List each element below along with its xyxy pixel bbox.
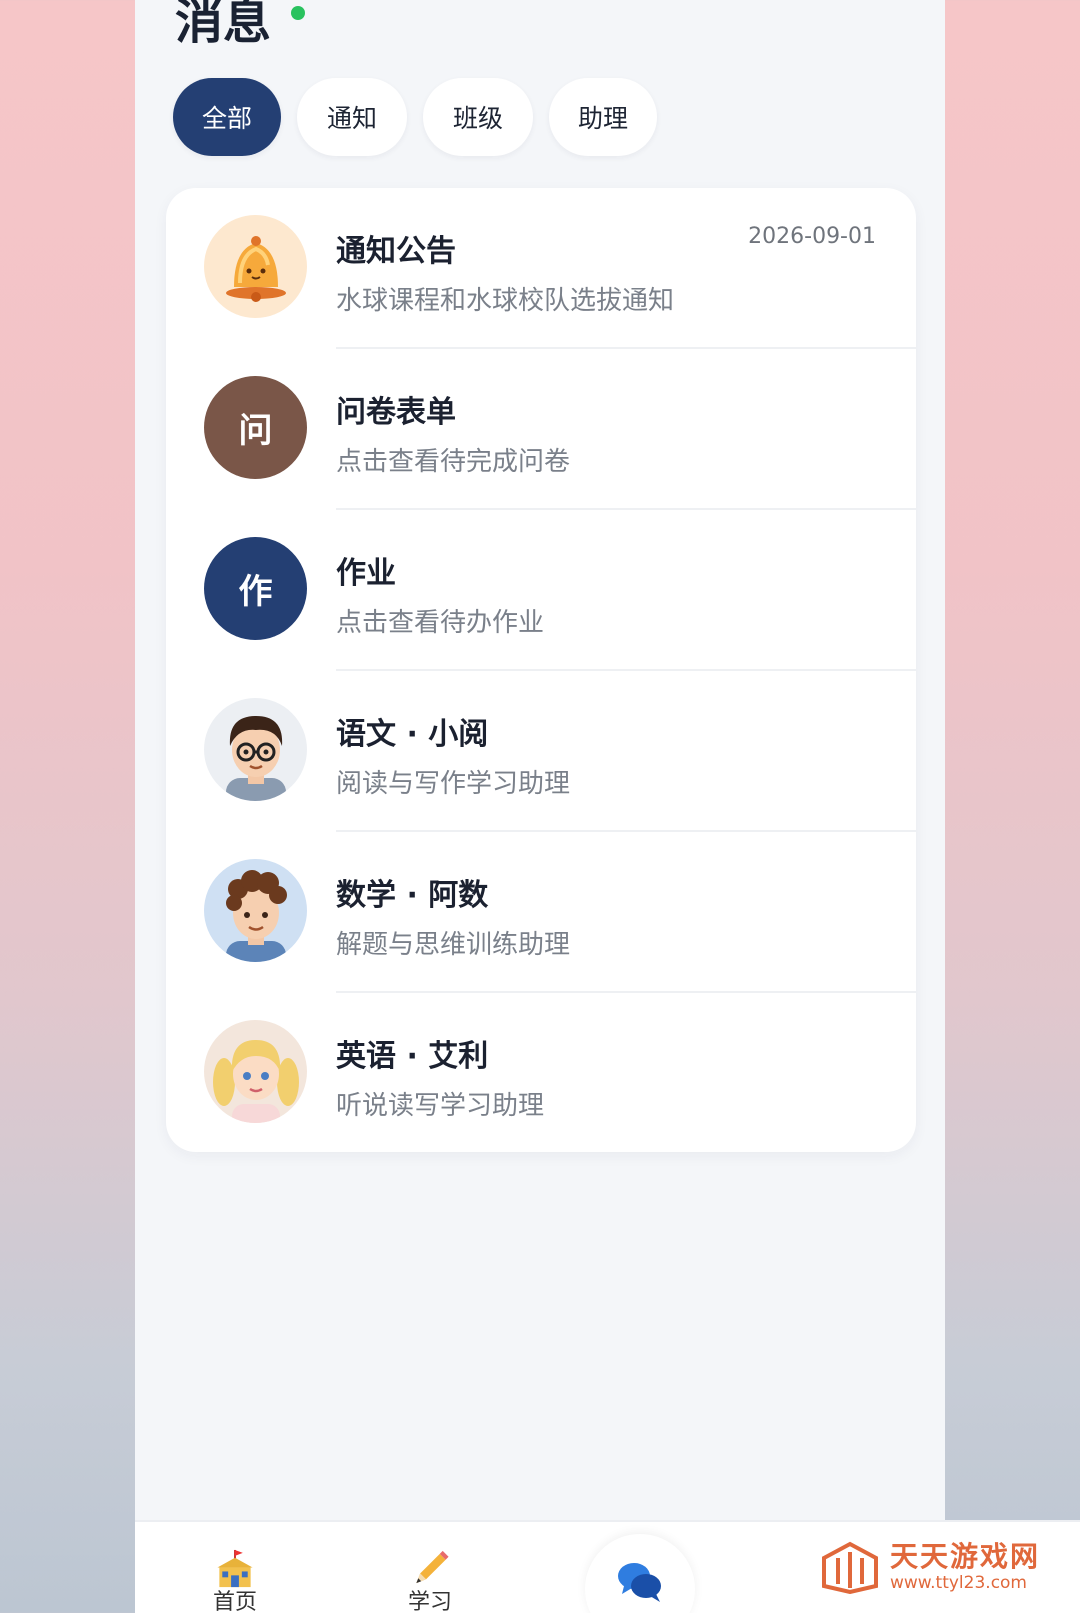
list-item-homework[interactable]: 作 作业 点击查看待办作业 bbox=[166, 510, 916, 671]
item-title: 通知公告 bbox=[336, 234, 456, 269]
boy-curly-avatar bbox=[204, 859, 307, 962]
item-subtitle: 阅读与写作学习助理 bbox=[336, 769, 571, 799]
tab-all[interactable]: 全部 bbox=[173, 78, 281, 156]
header: 消息 bbox=[175, 0, 306, 50]
nav-label: 学习 bbox=[407, 1590, 452, 1613]
tab-notice[interactable]: 通知 bbox=[297, 78, 407, 156]
avatar-text: 问 bbox=[238, 411, 273, 451]
nav-label: 首页 bbox=[212, 1590, 257, 1613]
item-subtitle: 点击查看待办作业 bbox=[336, 608, 545, 638]
list-item-english[interactable]: 英语 · 艾利 听说读写学习助理 bbox=[166, 993, 916, 1152]
phone-screen: 消息 全部 通知 班级 助理 通知公告 水球课程和水球校队选拔通知 2026-0… bbox=[135, 0, 945, 1613]
online-status-dot bbox=[291, 6, 306, 20]
list-item-math[interactable]: 数学 · 阿数 解题与思维训练助理 bbox=[166, 832, 916, 993]
watermark-logo-icon bbox=[821, 1541, 878, 1594]
chat-bubbles-icon bbox=[618, 1563, 661, 1602]
bell-icon bbox=[204, 215, 307, 318]
item-title: 语文 · 小阅 bbox=[336, 717, 489, 752]
filter-tabs: 全部 通知 班级 助理 bbox=[173, 78, 657, 156]
tab-class[interactable]: 班级 bbox=[423, 78, 533, 156]
item-title: 问卷表单 bbox=[336, 395, 456, 430]
item-subtitle: 解题与思维训练助理 bbox=[336, 930, 571, 960]
item-date: 2026-09-01 bbox=[748, 224, 876, 249]
girl-blonde-avatar bbox=[204, 1020, 307, 1123]
item-subtitle: 听说读写学习助理 bbox=[336, 1091, 545, 1121]
school-icon bbox=[217, 1549, 253, 1588]
watermark: 天天游戏网 www.ttyl23.com bbox=[820, 1540, 1040, 1594]
list-item-survey[interactable]: 问 问卷表单 点击查看待完成问卷 bbox=[166, 349, 916, 510]
watermark-title: 天天游戏网 bbox=[889, 1540, 1040, 1573]
watermark-text: 天天游戏网 www.ttyl23.com bbox=[889, 1540, 1040, 1594]
nav-messages[interactable] bbox=[585, 1534, 695, 1613]
watermark-url: www.ttyl23.com bbox=[889, 1573, 1027, 1593]
item-subtitle: 点击查看待完成问卷 bbox=[336, 447, 571, 477]
tab-assistant[interactable]: 助理 bbox=[549, 78, 657, 156]
homework-avatar: 作 bbox=[204, 537, 307, 640]
avatar-text: 作 bbox=[238, 572, 273, 612]
list-item-notice[interactable]: 通知公告 水球课程和水球校队选拔通知 2026-09-01 bbox=[166, 188, 916, 349]
list-item-chinese[interactable]: 语文 · 小阅 阅读与写作学习助理 bbox=[166, 671, 916, 832]
item-title: 英语 · 艾利 bbox=[336, 1039, 489, 1074]
nav-home[interactable]: 首页 bbox=[195, 1522, 275, 1613]
message-list: 通知公告 水球课程和水球校队选拔通知 2026-09-01 问 问卷表单 点击查… bbox=[166, 188, 916, 1152]
boy-glasses-avatar bbox=[204, 698, 307, 801]
item-title: 数学 · 阿数 bbox=[336, 878, 489, 913]
page-title: 消息 bbox=[175, 0, 272, 50]
nav-study[interactable]: 学习 bbox=[390, 1522, 470, 1613]
survey-avatar: 问 bbox=[204, 376, 307, 479]
item-subtitle: 水球课程和水球校队选拔通知 bbox=[336, 286, 675, 316]
item-title: 作业 bbox=[336, 556, 396, 591]
pencil-icon bbox=[416, 1550, 449, 1584]
